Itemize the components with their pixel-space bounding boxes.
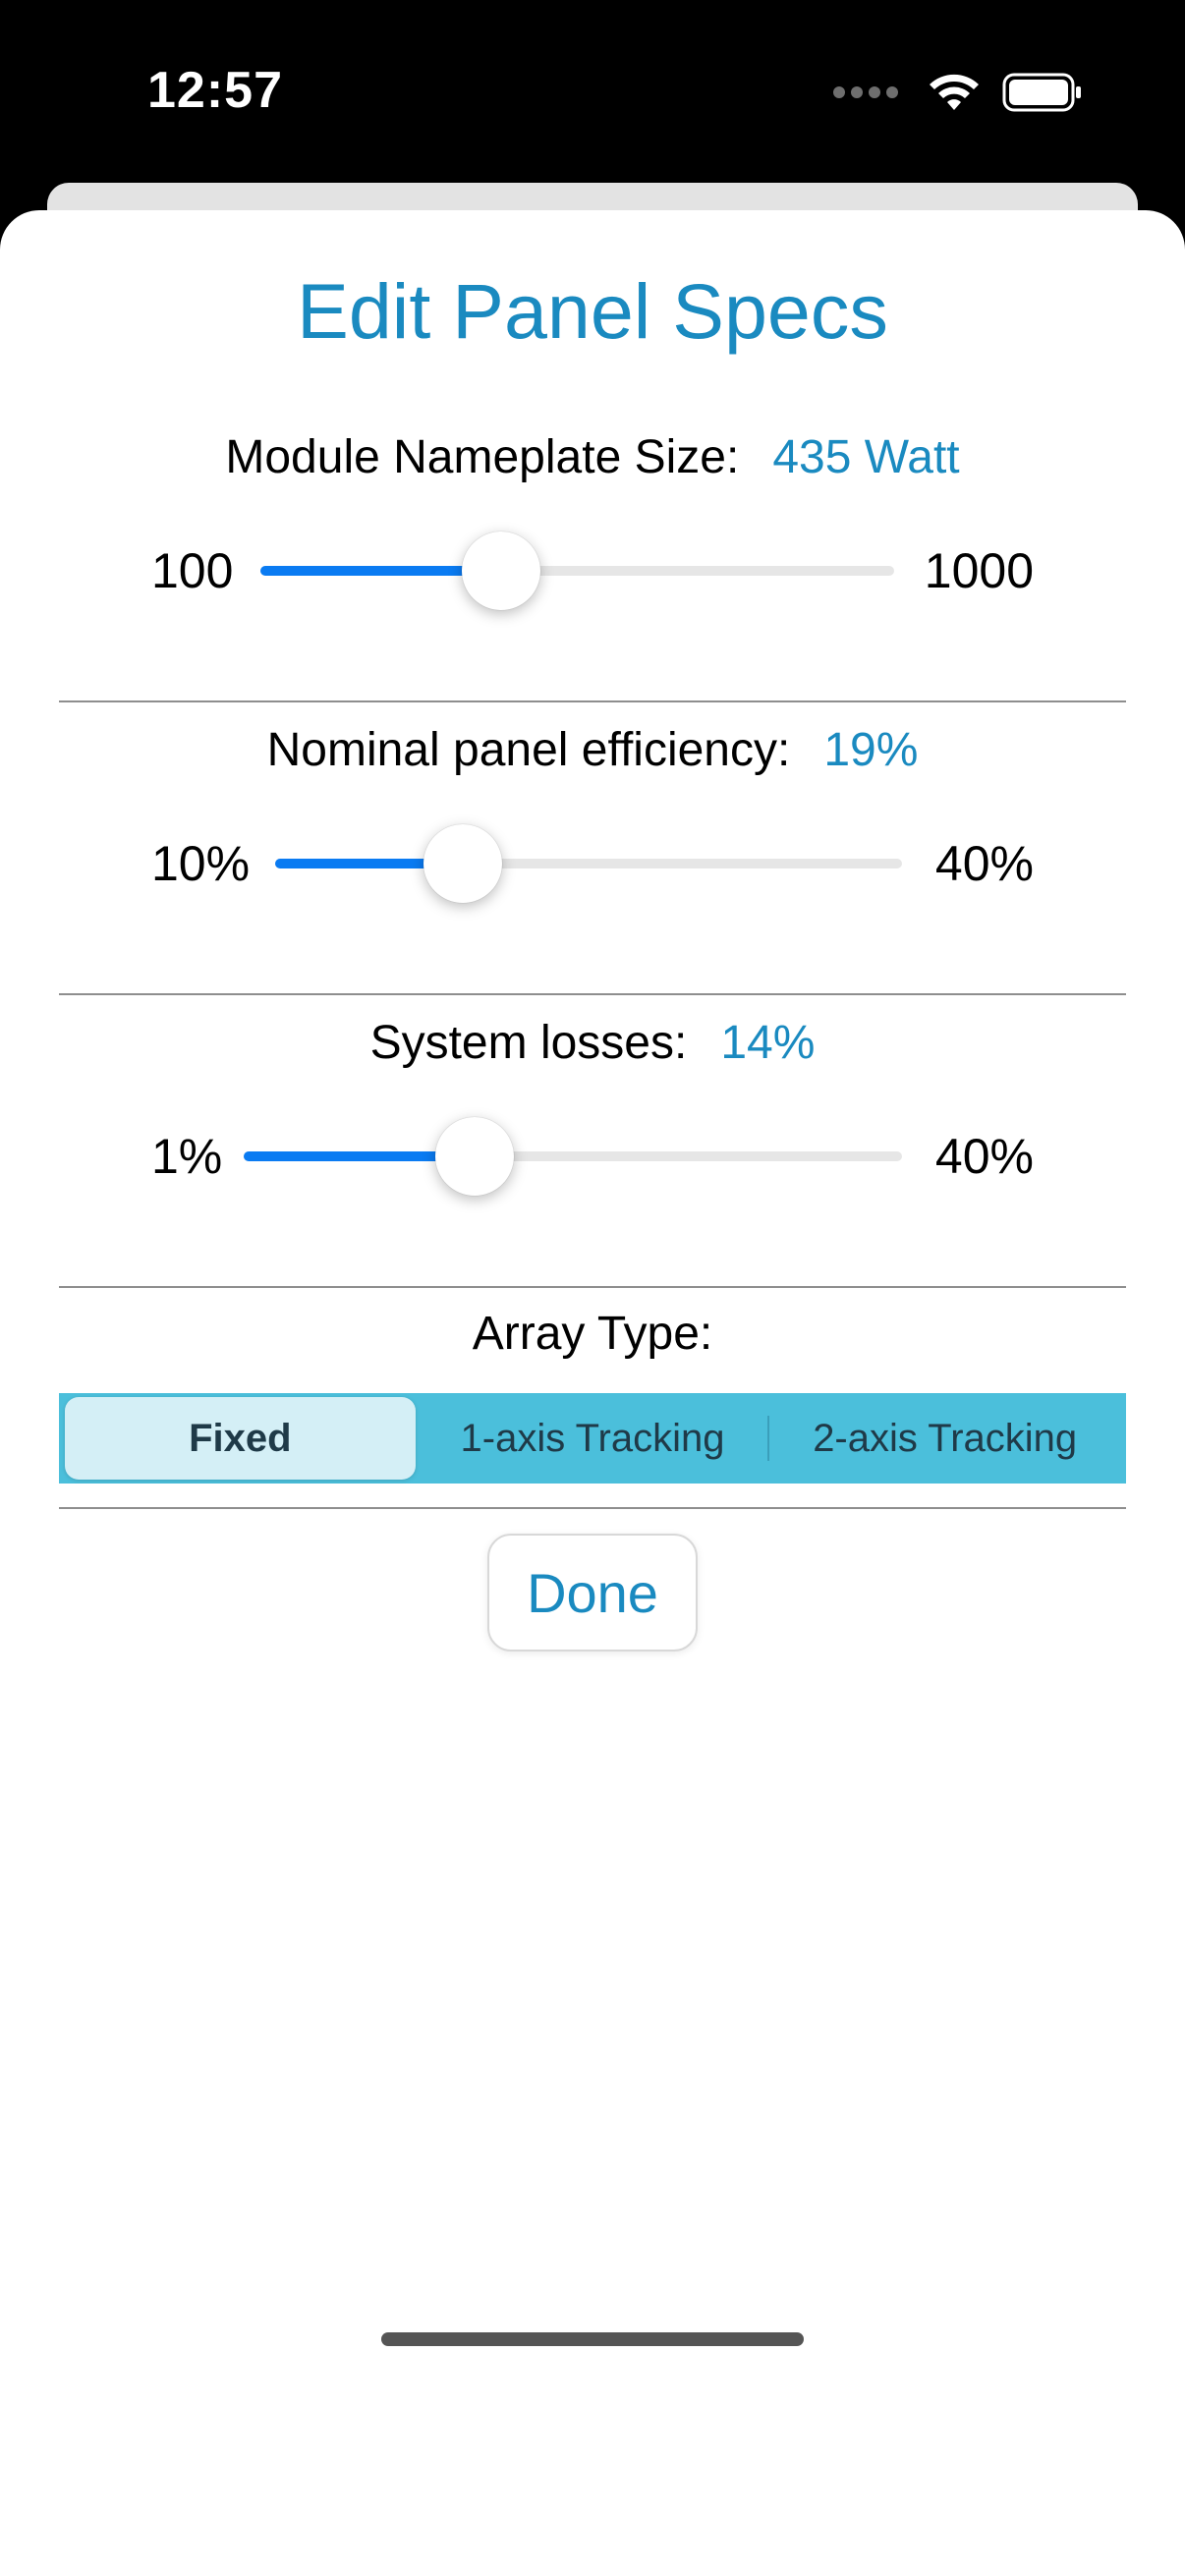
array-type-label-row: Array Type: [0,1307,1185,1361]
status-icons [833,73,1083,112]
wifi-icon [930,74,979,110]
page-title: Edit Panel Specs [297,267,888,355]
losses-max-label: 40% [934,1129,1034,1184]
done-button[interactable]: Done [487,1534,698,1652]
losses-label: System losses: [369,1017,688,1069]
losses-min-label: 1% [151,1129,223,1184]
module-size-value: 435 Watt [772,431,960,483]
divider [59,700,1126,702]
module-size-min-label: 100 [151,543,234,598]
module-size-slider-thumb[interactable] [462,532,541,610]
home-indicator[interactable] [381,2332,804,2346]
efficiency-value: 19% [823,724,919,776]
edit-panel-specs-sheet: Edit Panel Specs Module Nameplate Size: 4… [0,210,1185,2576]
module-size-label-row: Module Nameplate Size: 435 Watt [0,430,1185,484]
efficiency-max-label: 40% [934,836,1034,891]
losses-slider-row: 1% 40% [0,1100,1185,1208]
efficiency-min-label: 10% [151,836,251,891]
module-size-slider[interactable] [260,532,894,610]
efficiency-label-row: Nominal panel efficiency: 19% [0,723,1185,777]
array-type-label: Array Type: [472,1308,713,1360]
module-size-slider-row: 100 1000 [0,515,1185,623]
module-size-label: Module Nameplate Size: [225,431,740,483]
segment-fixed[interactable]: Fixed [65,1397,416,1480]
efficiency-label: Nominal panel efficiency: [266,724,791,776]
losses-value: 14% [720,1017,816,1069]
efficiency-slider[interactable] [275,824,902,903]
module-size-max-label: 1000 [924,543,1034,598]
divider [59,1507,1126,1509]
cellular-dots-icon [833,86,898,98]
efficiency-slider-row: 10% 40% [0,808,1185,916]
segment-1-axis-tracking[interactable]: 1-axis Tracking [418,1397,768,1480]
battery-icon [1002,73,1081,112]
status-bar: 12:57 [0,0,1185,187]
segment-2-axis-tracking[interactable]: 2-axis Tracking [769,1397,1120,1480]
status-time: 12:57 [147,62,283,119]
array-type-segmented-control: Fixed 1-axis Tracking 2-axis Tracking [59,1393,1126,1484]
losses-slider[interactable] [244,1117,902,1196]
divider [59,1286,1126,1288]
efficiency-slider-thumb[interactable] [423,824,503,903]
losses-label-row: System losses: 14% [0,1016,1185,1070]
losses-slider-thumb[interactable] [434,1117,514,1196]
divider [59,993,1126,995]
